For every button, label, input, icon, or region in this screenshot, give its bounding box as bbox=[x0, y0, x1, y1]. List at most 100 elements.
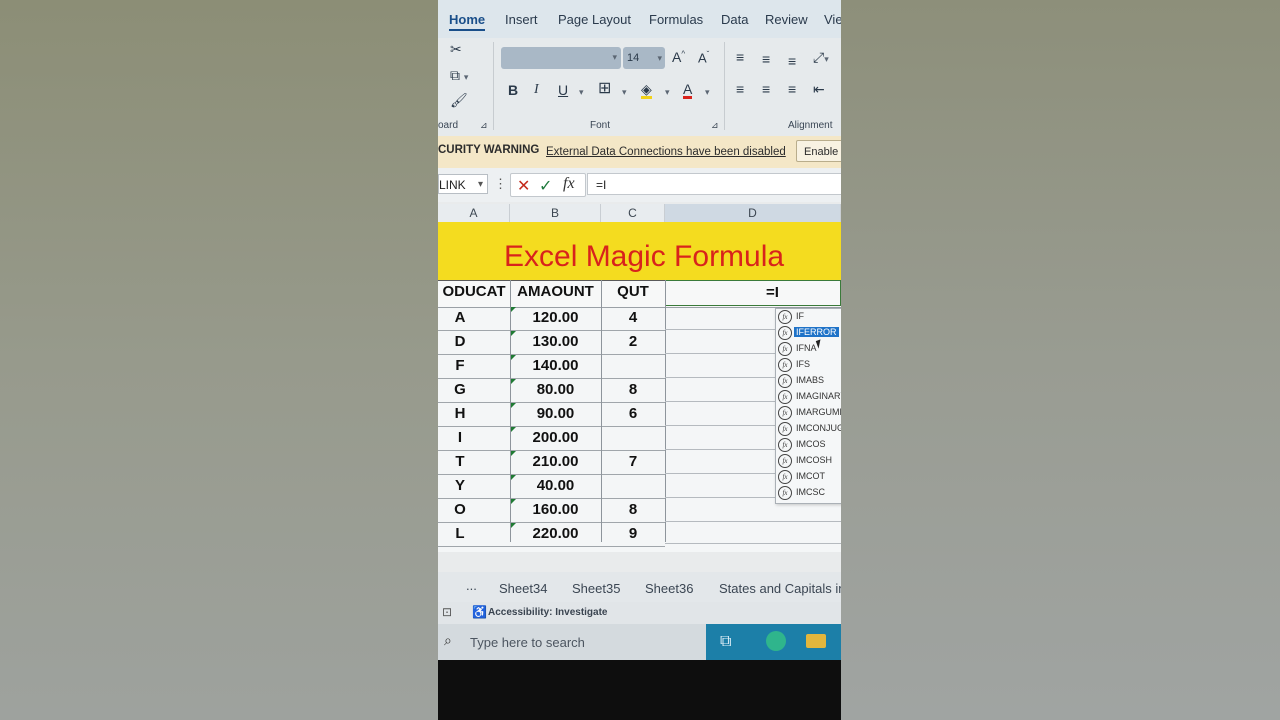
taskbar-search-input[interactable]: Type here to search bbox=[470, 635, 585, 650]
tab-home[interactable]: Home bbox=[449, 12, 486, 31]
increase-font-icon[interactable]: A^ bbox=[672, 50, 685, 64]
amount-cell[interactable]: 200.00 bbox=[510, 429, 601, 446]
amount-cell[interactable]: 220.00 bbox=[510, 525, 601, 542]
column-header-c[interactable]: C bbox=[601, 204, 665, 222]
align-middle-icon[interactable]: ≡ bbox=[762, 52, 770, 66]
align-bottom-icon[interactable]: ≡ bbox=[788, 54, 796, 68]
search-icon[interactable]: ⌕ bbox=[444, 632, 452, 649]
category-cell[interactable]: L bbox=[438, 525, 482, 542]
tab-sheet35[interactable]: Sheet35 bbox=[572, 581, 620, 596]
autocomplete-item[interactable]: fx IF bbox=[776, 309, 841, 325]
sheet-view-icon[interactable]: ⊡ bbox=[442, 605, 452, 619]
chevron-down-icon[interactable]: ▾ bbox=[579, 88, 584, 97]
autocomplete-item[interactable]: fx IMABS bbox=[776, 373, 841, 389]
tab-data[interactable]: Data bbox=[721, 12, 748, 27]
autocomplete-item[interactable]: fx IMCOS bbox=[776, 437, 841, 453]
copy-icon[interactable]: ⧉ ▾ bbox=[450, 68, 468, 82]
bold-icon[interactable]: B bbox=[508, 83, 518, 97]
amount-cell[interactable]: 210.00 bbox=[510, 453, 601, 470]
dialog-launcher-icon[interactable]: ⊿ bbox=[480, 120, 488, 131]
cut-icon[interactable]: ✂ bbox=[450, 42, 462, 56]
category-cell[interactable]: T bbox=[438, 453, 482, 470]
autocomplete-item[interactable]: fxIMARGUMENT bbox=[776, 405, 841, 421]
autocomplete-item[interactable]: fx IMCOSH bbox=[776, 453, 841, 469]
amount-cell[interactable]: 160.00 bbox=[510, 501, 601, 518]
tab-review[interactable]: Review bbox=[765, 12, 808, 27]
tab-page-layout[interactable]: Page Layout bbox=[558, 12, 631, 27]
align-center-icon[interactable]: ≡ bbox=[762, 82, 770, 96]
tab-sheet36[interactable]: Sheet36 bbox=[645, 581, 693, 596]
chevron-down-icon[interactable]: ▾ bbox=[478, 175, 483, 195]
accessibility-status[interactable]: Accessibility: Investigate bbox=[488, 607, 608, 618]
quantity-cell[interactable]: 2 bbox=[601, 333, 665, 350]
autocomplete-item[interactable]: fx IMCSC bbox=[776, 485, 841, 501]
category-cell[interactable]: F bbox=[438, 357, 482, 374]
dialog-launcher-icon[interactable]: ⊿ bbox=[711, 120, 719, 131]
borders-icon[interactable]: ⊞ bbox=[598, 81, 611, 97]
decrease-indent-icon[interactable]: ⇤ bbox=[813, 82, 825, 96]
format-painter-icon[interactable]: 🖌 bbox=[450, 93, 468, 107]
autocomplete-item[interactable]: fx IMCOT bbox=[776, 469, 841, 485]
category-cell[interactable]: A bbox=[438, 309, 482, 326]
column-header-d[interactable]: D bbox=[665, 204, 841, 222]
autocomplete-item[interactable]: fx IFS bbox=[776, 357, 841, 373]
amount-cell[interactable]: 130.00 bbox=[510, 333, 601, 350]
chevron-down-icon[interactable]: ▾ bbox=[622, 88, 627, 97]
name-box[interactable]: LINK ▾ bbox=[438, 174, 488, 194]
quantity-cell[interactable]: 9 bbox=[601, 525, 665, 542]
fill-color-icon[interactable]: ◈ bbox=[641, 82, 652, 99]
quantity-cell[interactable]: 4 bbox=[601, 309, 665, 326]
insert-function-icon[interactable]: fx bbox=[563, 175, 575, 193]
category-cell[interactable]: I bbox=[438, 429, 482, 446]
underline-icon[interactable]: U bbox=[558, 83, 568, 97]
amount-cell[interactable]: 140.00 bbox=[510, 357, 601, 374]
header-quantity[interactable]: QUT bbox=[601, 283, 665, 300]
active-cell[interactable]: =I bbox=[665, 280, 841, 306]
accessibility-icon[interactable]: ♿ bbox=[472, 605, 487, 619]
more-sheets-button[interactable]: ... bbox=[466, 578, 477, 593]
security-warning-message[interactable]: External Data Connections have been disa… bbox=[546, 146, 786, 158]
align-right-icon[interactable]: ≡ bbox=[788, 82, 796, 96]
column-header-a[interactable]: A bbox=[438, 204, 510, 222]
cancel-icon[interactable]: ✕ bbox=[517, 176, 530, 196]
autocomplete-item[interactable]: fxIMAGINARY bbox=[776, 389, 841, 405]
header-category[interactable]: ODUCAT bbox=[438, 283, 510, 300]
decrease-font-icon[interactable]: Aˇ bbox=[698, 51, 709, 65]
align-left-icon[interactable]: ≡ bbox=[736, 82, 744, 96]
enable-content-button[interactable]: Enable bbox=[796, 140, 841, 162]
tab-formulas[interactable]: Formulas bbox=[649, 12, 703, 27]
amount-cell[interactable]: 80.00 bbox=[510, 381, 601, 398]
autocomplete-item[interactable]: fxIMCONJUGATE bbox=[776, 421, 841, 437]
function-autocomplete-list[interactable]: fx IF fx IFERROR fx IFNA fx IFS fx IMABS fx IM… bbox=[775, 308, 841, 504]
category-cell[interactable]: G bbox=[438, 381, 482, 398]
italic-icon[interactable]: I bbox=[534, 83, 539, 97]
align-top-icon[interactable]: ≡ bbox=[736, 50, 744, 64]
category-cell[interactable]: H bbox=[438, 405, 482, 422]
font-size-select[interactable]: 14 ▾ bbox=[623, 47, 665, 69]
quantity-cell[interactable]: 8 bbox=[601, 381, 665, 398]
autocomplete-item[interactable]: fx IFNA bbox=[776, 341, 841, 357]
title-banner[interactable]: Excel Magic Formula bbox=[438, 222, 841, 280]
tab-view[interactable]: Vie bbox=[824, 12, 841, 27]
quantity-cell[interactable]: 8 bbox=[601, 501, 665, 518]
header-amount[interactable]: AMAOUNT bbox=[510, 283, 601, 300]
category-cell[interactable]: O bbox=[438, 501, 482, 518]
category-cell[interactable]: D bbox=[438, 333, 482, 350]
enter-check-icon[interactable]: ✓ bbox=[539, 176, 552, 196]
category-cell[interactable]: Y bbox=[438, 477, 482, 494]
quantity-cell[interactable]: 7 bbox=[601, 453, 665, 470]
tab-sheet34[interactable]: Sheet34 bbox=[499, 581, 547, 596]
chevron-down-icon[interactable]: ▾ bbox=[665, 88, 670, 97]
more-options-icon[interactable]: ⋮ bbox=[494, 176, 507, 192]
autocomplete-item-selected[interactable]: fx IFERROR bbox=[776, 325, 841, 341]
tab-states-and-capitals[interactable]: States and Capitals in bbox=[719, 581, 841, 596]
font-name-select[interactable]: ▾ bbox=[501, 47, 621, 69]
amount-cell[interactable]: 120.00 bbox=[510, 309, 601, 326]
column-header-b[interactable]: B bbox=[510, 204, 601, 222]
tab-insert[interactable]: Insert bbox=[505, 12, 538, 27]
chevron-down-icon[interactable]: ▾ bbox=[705, 88, 710, 97]
font-color-icon[interactable]: A bbox=[683, 82, 693, 99]
task-view-icon[interactable]: ⧉ bbox=[720, 633, 731, 651]
quantity-cell[interactable]: 6 bbox=[601, 405, 665, 422]
amount-cell[interactable]: 90.00 bbox=[510, 405, 601, 422]
